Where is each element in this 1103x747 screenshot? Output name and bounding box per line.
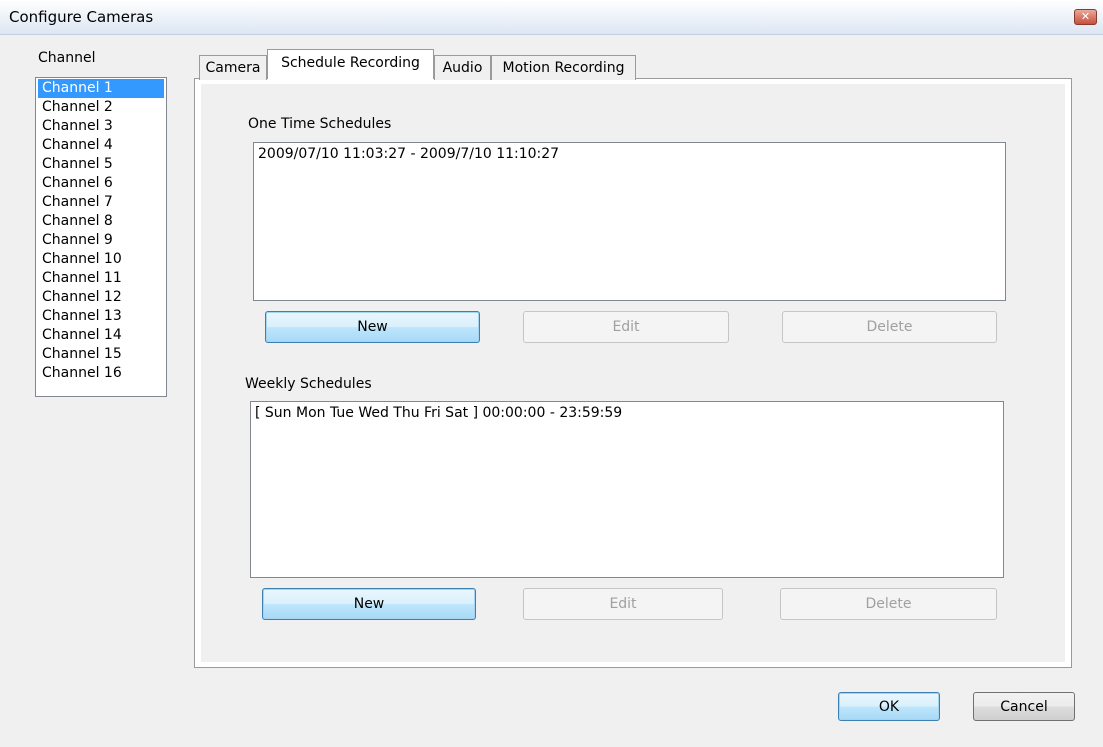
channel-item[interactable]: Channel 5 (38, 155, 164, 174)
tab-motion-recording[interactable]: Motion Recording (491, 55, 636, 80)
one-time-delete-button[interactable]: Delete (782, 311, 997, 343)
channel-item[interactable]: Channel 2 (38, 98, 164, 117)
tab-schedule-recording[interactable]: Schedule Recording (267, 49, 434, 79)
channel-item[interactable]: Channel 11 (38, 269, 164, 288)
channel-item[interactable]: Channel 10 (38, 250, 164, 269)
window-title: Configure Cameras (9, 8, 154, 26)
channel-item[interactable]: Channel 9 (38, 231, 164, 250)
channel-item[interactable]: Channel 15 (38, 345, 164, 364)
channel-label: Channel (38, 50, 96, 66)
channel-list[interactable]: Channel 1 Channel 2 Channel 3 Channel 4 … (35, 77, 167, 397)
list-item[interactable]: 2009/07/10 11:03:27 - 2009/7/10 11:10:27 (254, 143, 1005, 162)
weekly-new-button[interactable]: New (262, 588, 476, 620)
channel-item[interactable]: Channel 6 (38, 174, 164, 193)
ok-button[interactable]: OK (838, 692, 940, 721)
channel-item[interactable]: Channel 4 (38, 136, 164, 155)
channel-item[interactable]: Channel 7 (38, 193, 164, 212)
channel-item[interactable]: Channel 1 (38, 79, 164, 98)
channel-item[interactable]: Channel 12 (38, 288, 164, 307)
one-time-schedules-list[interactable]: 2009/07/10 11:03:27 - 2009/7/10 11:10:27 (253, 142, 1006, 301)
one-time-schedules-label: One Time Schedules (248, 116, 392, 132)
cancel-button[interactable]: Cancel (973, 692, 1075, 721)
tab-audio[interactable]: Audio (434, 55, 491, 80)
close-icon[interactable]: ✕ (1074, 9, 1097, 25)
weekly-edit-button[interactable]: Edit (523, 588, 723, 620)
list-item[interactable]: [ Sun Mon Tue Wed Thu Fri Sat ] 00:00:00… (251, 402, 1003, 421)
one-time-edit-button[interactable]: Edit (523, 311, 729, 343)
weekly-schedules-label: Weekly Schedules (245, 376, 372, 392)
channel-item[interactable]: Channel 13 (38, 307, 164, 326)
channel-item[interactable]: Channel 16 (38, 364, 164, 383)
channel-item[interactable]: Channel 14 (38, 326, 164, 345)
one-time-new-button[interactable]: New (265, 311, 480, 343)
channel-item[interactable]: Channel 3 (38, 117, 164, 136)
weekly-delete-button[interactable]: Delete (780, 588, 997, 620)
weekly-schedules-list[interactable]: [ Sun Mon Tue Wed Thu Fri Sat ] 00:00:00… (250, 401, 1004, 578)
tab-camera[interactable]: Camera (199, 55, 267, 80)
title-bar: Configure Cameras ✕ (0, 0, 1103, 35)
channel-item[interactable]: Channel 8 (38, 212, 164, 231)
